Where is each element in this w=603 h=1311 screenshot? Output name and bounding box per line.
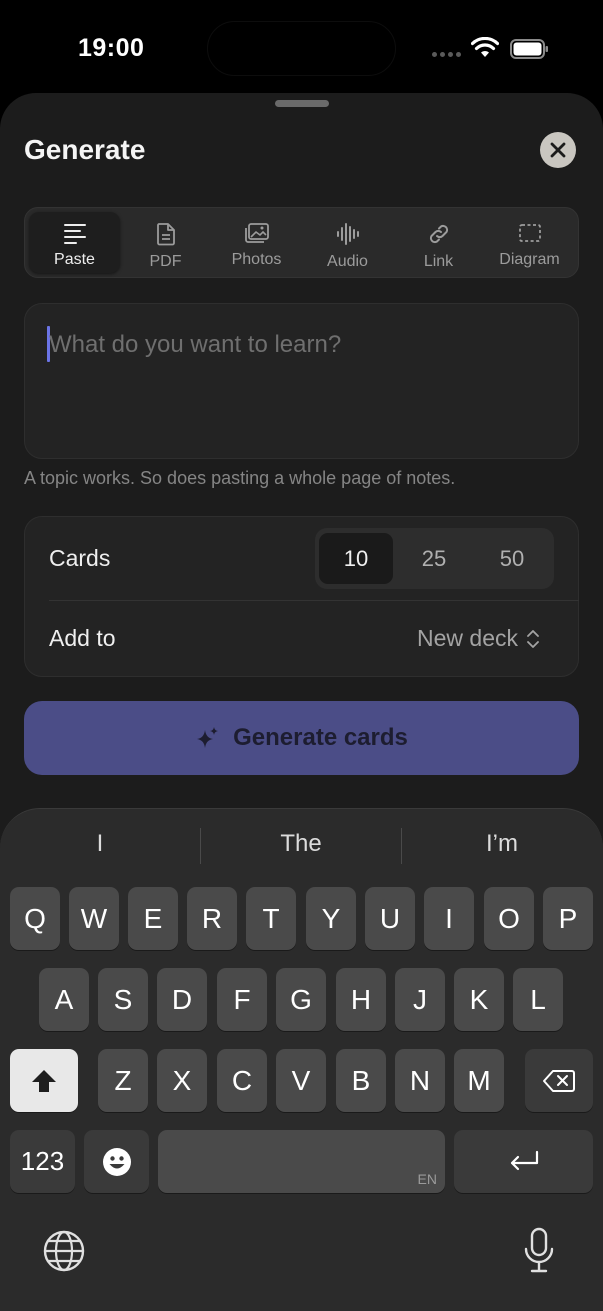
- shift-icon: [32, 1069, 56, 1092]
- key-r[interactable]: R: [187, 887, 237, 950]
- key-y[interactable]: Y: [306, 887, 356, 950]
- tab-label: Link: [423, 253, 454, 270]
- tab-label: Paste: [54, 251, 95, 268]
- return-key[interactable]: [454, 1130, 593, 1193]
- key-k[interactable]: K: [454, 968, 504, 1031]
- waveform-icon: [336, 223, 359, 245]
- sheet-title: Generate: [24, 134, 146, 165]
- status-bar: 19:00: [0, 0, 603, 96]
- key-z[interactable]: Z: [98, 1049, 148, 1112]
- paste-icon: [63, 224, 86, 244]
- dashed-frame-icon: [518, 224, 541, 242]
- tab-paste[interactable]: Paste: [29, 212, 120, 273]
- input-hint: A topic works. So does pasting a whole p…: [24, 468, 456, 488]
- key-w[interactable]: W: [69, 887, 119, 950]
- deck-select-value: New deck: [417, 625, 518, 651]
- key-s[interactable]: S: [98, 968, 148, 1031]
- backspace-icon: [543, 1069, 575, 1092]
- key-c[interactable]: C: [217, 1049, 267, 1112]
- card-count-option[interactable]: 10: [319, 533, 393, 584]
- photos-icon: [244, 223, 269, 243]
- cellular-signal-icon: [432, 52, 461, 57]
- globe-icon[interactable]: [42, 1229, 86, 1273]
- sheet-grabber[interactable]: [275, 100, 329, 107]
- status-time: 19:00: [78, 34, 145, 62]
- key-v[interactable]: V: [276, 1049, 326, 1112]
- key-q[interactable]: Q: [10, 887, 60, 950]
- microphone-icon[interactable]: [524, 1227, 554, 1273]
- key-h[interactable]: H: [336, 968, 386, 1031]
- tab-audio[interactable]: Audio: [302, 212, 393, 273]
- tab-label: Audio: [327, 253, 368, 270]
- key-o[interactable]: O: [484, 887, 534, 950]
- card-count-option[interactable]: 50: [475, 533, 549, 584]
- key-t[interactable]: T: [246, 887, 296, 950]
- space-bar[interactable]: EN: [158, 1130, 445, 1193]
- battery-icon: [510, 39, 548, 59]
- topic-input-placeholder: What do you want to learn?: [49, 331, 342, 358]
- deck-select[interactable]: New deck: [417, 625, 540, 652]
- card-count-option[interactable]: 25: [397, 533, 471, 584]
- key-p[interactable]: P: [543, 887, 593, 950]
- key-i[interactable]: I: [424, 887, 474, 950]
- generate-cards-button[interactable]: Generate cards: [24, 701, 579, 775]
- tab-label: PDF: [149, 253, 182, 270]
- delete-key[interactable]: [525, 1049, 593, 1112]
- return-icon: [510, 1150, 538, 1170]
- key-u[interactable]: U: [365, 887, 415, 950]
- key-x[interactable]: X: [157, 1049, 207, 1112]
- shift-key[interactable]: [10, 1049, 78, 1112]
- key-j[interactable]: J: [395, 968, 445, 1031]
- chevron-up-down-icon: [527, 629, 539, 648]
- add-to-label: Add to: [49, 625, 116, 651]
- key-f[interactable]: F: [217, 968, 267, 1031]
- close-icon: [550, 142, 566, 158]
- card-count-picker: 10 25 50: [315, 528, 554, 589]
- keyboard-suggestion[interactable]: The: [201, 830, 401, 858]
- sparkles-icon: [197, 727, 219, 748]
- link-icon: [429, 224, 448, 244]
- key-e[interactable]: E: [128, 887, 178, 950]
- generate-cards-label: Generate cards: [233, 724, 408, 751]
- document-icon: [156, 223, 175, 246]
- key-g[interactable]: G: [276, 968, 326, 1031]
- tab-label: Diagram: [499, 251, 560, 268]
- tab-diagram[interactable]: Diagram: [484, 212, 575, 273]
- key-l[interactable]: L: [513, 968, 563, 1031]
- keyboard-language-label: EN: [417, 1171, 437, 1187]
- key-b[interactable]: B: [336, 1049, 386, 1112]
- source-tabs: Paste PDF Photos Audio Link Diagram: [24, 207, 579, 278]
- emoji-icon: [102, 1147, 131, 1176]
- key-n[interactable]: N: [395, 1049, 445, 1112]
- dynamic-island: [207, 21, 396, 76]
- close-button[interactable]: [540, 132, 576, 168]
- settings-divider: [49, 600, 579, 601]
- key-m[interactable]: M: [454, 1049, 504, 1112]
- topic-input[interactable]: [24, 303, 579, 459]
- tab-pdf[interactable]: PDF: [120, 212, 211, 273]
- key-d[interactable]: D: [157, 968, 207, 1031]
- wifi-icon: [471, 37, 499, 57]
- numbers-key[interactable]: 123: [10, 1130, 75, 1193]
- keyboard-suggestion[interactable]: I’m: [402, 830, 602, 858]
- tab-label: Photos: [231, 251, 282, 268]
- emoji-key[interactable]: [84, 1130, 149, 1193]
- keyboard-suggestion[interactable]: I: [0, 830, 200, 858]
- tab-link[interactable]: Link: [393, 212, 484, 273]
- tab-photos[interactable]: Photos: [211, 212, 302, 273]
- key-a[interactable]: A: [39, 968, 89, 1031]
- cards-label: Cards: [49, 545, 111, 571]
